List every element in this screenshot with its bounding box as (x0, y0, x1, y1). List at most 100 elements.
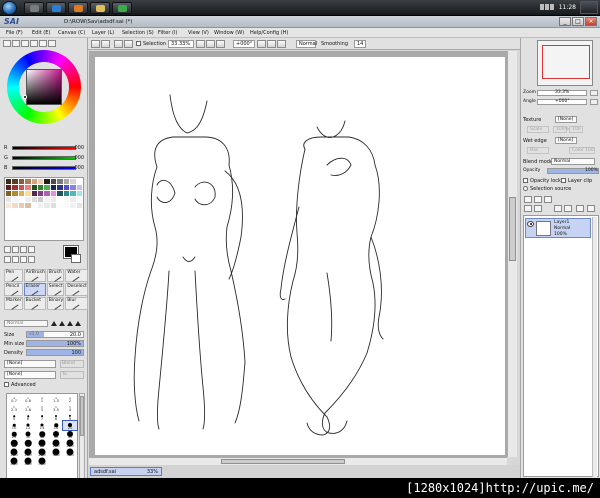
brush-texture-select[interactable]: [None] (4, 371, 56, 379)
brush-size-cell[interactable]: 350 (63, 448, 77, 457)
swatch[interactable] (70, 191, 76, 196)
brush-size-cell[interactable]: 2 (63, 394, 77, 403)
swatch[interactable] (63, 191, 70, 196)
brush-size-cell[interactable]: 100 (49, 439, 63, 448)
brush-size-cell[interactable]: 2.6 (21, 403, 35, 412)
layer-clip-checkbox[interactable] (561, 178, 566, 183)
swatch[interactable] (70, 179, 76, 184)
magic-wand-icon[interactable] (20, 246, 27, 253)
navigator-viewport-frame[interactable] (542, 45, 590, 79)
new-layer-icon[interactable] (524, 196, 532, 203)
swatch[interactable] (31, 197, 38, 202)
lasso-icon[interactable] (12, 246, 19, 253)
canvas-horizontal-scrollbar[interactable] (89, 457, 507, 465)
swatch[interactable] (25, 179, 31, 184)
brush-size-cell[interactable]: 20 (62, 420, 78, 431)
brush-size-cell[interactable]: 3.5 (49, 403, 63, 412)
brush-size-cell[interactable]: 10 (7, 421, 21, 430)
brush-shape-4-icon[interactable] (75, 321, 81, 326)
menu-item-4[interactable]: Selection (S) (122, 30, 154, 36)
brush-shape-select[interactable]: [None] (4, 360, 56, 368)
swatch[interactable] (63, 197, 70, 202)
brush-size-cell[interactable]: 70 (21, 439, 35, 448)
swatch[interactable] (50, 179, 57, 184)
menu-item-1[interactable]: Edit (E) (32, 30, 50, 36)
swatch[interactable] (38, 191, 44, 196)
brush-size-cell[interactable]: 6 (21, 412, 35, 421)
brush-shape-2-icon[interactable] (59, 321, 65, 326)
menu-item-7[interactable]: Window (W) (214, 30, 244, 36)
red-value[interactable]: 000 (74, 145, 84, 151)
zoom-out-button[interactable] (196, 40, 205, 48)
swatch[interactable] (76, 185, 82, 190)
opacity-lock-option[interactable]: Opacity lock (523, 178, 561, 184)
brush-size-cell[interactable]: 80 (35, 439, 49, 448)
rgb-slider-mode-icon[interactable] (12, 40, 20, 47)
network-icon[interactable] (540, 4, 544, 10)
swatch[interactable] (57, 197, 63, 202)
firefox-app-button[interactable] (68, 2, 88, 14)
scratchpad-mode-icon[interactable] (48, 40, 56, 47)
density-slider[interactable]: 100 (26, 349, 84, 356)
ie-app-button[interactable] (46, 2, 66, 14)
brush-size-cell[interactable]: 120 (63, 439, 77, 448)
brush-size-cell[interactable]: 16 (49, 421, 63, 430)
advanced-toggle[interactable]: Advanced (4, 382, 36, 388)
brush-size-cell[interactable]: 500 (35, 457, 49, 466)
zoom-icon[interactable] (12, 256, 19, 263)
swatch[interactable] (12, 179, 18, 184)
swatch[interactable] (25, 185, 31, 190)
brush-size-cell[interactable]: 35 (35, 430, 49, 439)
brush-size-scroll-thumb[interactable] (80, 396, 84, 436)
size-slider[interactable]: x1.0 20.0 (26, 331, 84, 338)
title-bar[interactable]: SAI D:\ROW\Sav\adsdf.sai (*) _ □ × (0, 16, 600, 28)
swatch-mode-icon[interactable] (39, 40, 47, 47)
brush-size-cell[interactable]: 2.3 (7, 403, 21, 412)
navigator-preview[interactable] (537, 40, 593, 86)
system-tray[interactable] (540, 4, 556, 11)
swatch[interactable] (57, 179, 63, 184)
transfer-down-icon[interactable] (524, 205, 532, 212)
brush-size-cell[interactable]: 7 (35, 412, 49, 421)
swatch[interactable] (6, 191, 12, 196)
visibility-eye-icon[interactable] (527, 221, 534, 227)
menu-item-2[interactable]: Canvas (C) (58, 30, 85, 36)
swatch[interactable] (25, 197, 31, 202)
tool-brush[interactable]: Brush (46, 269, 65, 282)
swatch[interactable] (31, 179, 38, 184)
tool-binary[interactable]: Binary (46, 297, 65, 310)
swatch[interactable] (44, 191, 50, 196)
mixer-mode-icon[interactable] (30, 40, 38, 47)
tool-deselect[interactable]: Deselect (65, 283, 88, 296)
swatch[interactable] (38, 185, 44, 190)
brush-size-cell[interactable]: 50 (63, 430, 77, 439)
brush-size-cell[interactable]: 450 (21, 457, 35, 466)
rotation-field[interactable]: +000° (233, 40, 255, 48)
invert-selection-button[interactable] (124, 40, 133, 48)
hand-icon[interactable] (28, 256, 35, 263)
merge-down-icon[interactable] (534, 205, 542, 212)
tool-airbrush[interactable]: AirBrush (23, 269, 46, 282)
brush-size-cell[interactable] (49, 457, 63, 466)
swatch[interactable] (57, 203, 63, 208)
swatch[interactable] (63, 203, 70, 208)
swatch[interactable] (25, 203, 31, 208)
menu-item-3[interactable]: Layer (L) (92, 30, 114, 36)
brush-shape-1-icon[interactable] (51, 321, 57, 326)
maximize-button[interactable]: □ (572, 17, 584, 26)
swatch[interactable] (18, 191, 25, 196)
green-slider[interactable] (12, 156, 76, 160)
blue-value[interactable]: 000 (74, 165, 84, 171)
swatch[interactable] (76, 179, 82, 184)
brush-size-cell[interactable] (63, 457, 77, 466)
swatch[interactable] (50, 191, 57, 196)
canvas-paper[interactable] (95, 57, 505, 455)
swatch[interactable] (57, 191, 63, 196)
brush-size-cell[interactable]: 160 (7, 448, 21, 457)
swatch[interactable] (31, 191, 38, 196)
swatch[interactable] (76, 203, 82, 208)
swatch[interactable] (57, 185, 63, 190)
swatch[interactable] (18, 179, 25, 184)
new-linework-layer-icon[interactable] (534, 196, 542, 203)
undo-button[interactable] (91, 40, 100, 48)
